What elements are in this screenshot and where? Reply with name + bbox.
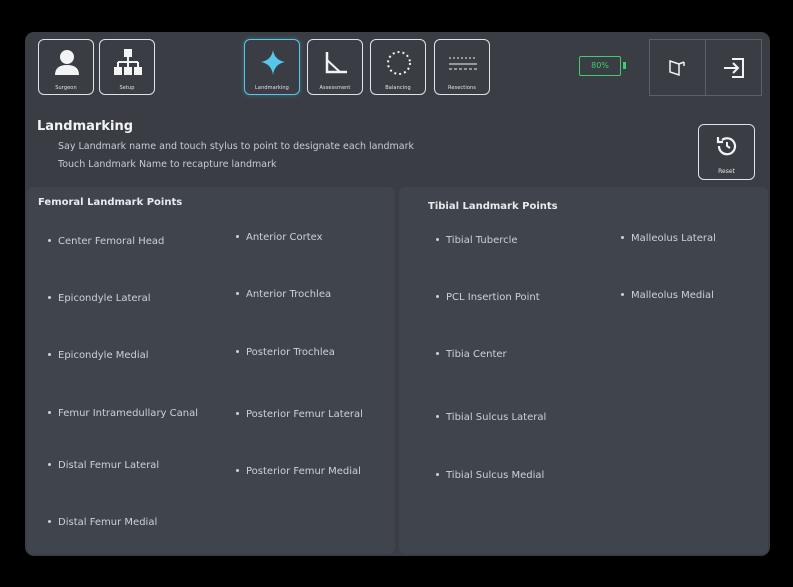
landmark-point[interactable]: Tibial Sulcus Lateral	[436, 412, 546, 423]
landmark-point[interactable]: Tibial Tubercle	[436, 235, 518, 246]
landmarking-screen: Surgeon Setup Landmarking Assessment Bal…	[25, 32, 770, 556]
balancing-tab[interactable]: Balancing	[370, 39, 426, 95]
bullet-icon	[48, 352, 51, 356]
dotted-circle-icon	[387, 51, 411, 75]
balancing-label: Balancing	[385, 85, 411, 91]
landmark-point[interactable]: Tibial Sulcus Medial	[436, 470, 544, 481]
angle-icon	[325, 52, 347, 74]
reset-button[interactable]: Reset	[698, 124, 755, 180]
bullet-icon	[436, 472, 439, 476]
assessment-label: Assessment	[319, 85, 351, 91]
landmark-point[interactable]: Posterior Femur Lateral	[236, 409, 363, 420]
resection-lines-icon	[449, 57, 477, 70]
femoral-panel-title: Femoral Landmark Points	[38, 197, 183, 208]
landmark-point[interactable]: Anterior Cortex	[236, 232, 323, 243]
bullet-icon	[621, 292, 624, 296]
tibial-panel-title: Tibial Landmark Points	[428, 201, 558, 212]
battery-indicator: 80%	[579, 56, 626, 76]
bullet-icon	[236, 468, 239, 472]
logout-button[interactable]	[705, 39, 762, 96]
page-title: Landmarking	[37, 119, 134, 134]
bullet-icon	[48, 295, 51, 299]
bullet-icon	[436, 351, 439, 355]
landmark-point[interactable]: Femur Intramedullary Canal	[48, 408, 198, 419]
landmark-point[interactable]: Distal Femur Medial	[48, 517, 157, 528]
user-icon	[55, 50, 79, 75]
resections-label: Resections	[448, 85, 476, 91]
hierarchy-icon	[114, 49, 142, 75]
bullet-icon	[48, 238, 51, 242]
bullet-icon	[236, 291, 239, 295]
landmark-point[interactable]: PCL Insertion Point	[436, 292, 540, 303]
landmarking-label: Landmarking	[255, 85, 289, 91]
landmark-point[interactable]: Center Femoral Head	[48, 236, 164, 247]
landmark-point[interactable]: Malleolus Lateral	[621, 233, 716, 244]
landmark-point[interactable]: Posterior Femur Medial	[236, 466, 361, 477]
bullet-icon	[436, 414, 439, 418]
bullet-icon	[621, 235, 624, 239]
bullet-icon	[236, 349, 239, 353]
bullet-icon	[48, 519, 51, 523]
tibial-panel: Tibial Landmark Points Tibial Tubercle P…	[399, 187, 768, 554]
setup-button[interactable]: Setup	[99, 39, 155, 95]
surgeon-label: Surgeon	[55, 85, 77, 91]
landmark-point[interactable]: Malleolus Medial	[621, 290, 714, 301]
landmark-point[interactable]: Epicondyle Medial	[48, 350, 149, 361]
landmark-point[interactable]: Epicondyle Lateral	[48, 293, 151, 304]
surgeon-button[interactable]: Surgeon	[38, 39, 94, 95]
landmark-point[interactable]: Anterior Trochlea	[236, 289, 331, 300]
instruction-text: Say Landmark name and touch stylus to po…	[58, 141, 414, 152]
landmark-point[interactable]: Posterior Trochlea	[236, 347, 335, 358]
resections-tab[interactable]: Resections	[434, 39, 490, 95]
bullet-icon	[48, 410, 51, 414]
bullet-icon	[436, 294, 439, 298]
bullet-icon	[48, 462, 51, 466]
bullet-icon	[236, 411, 239, 415]
sparkle-icon	[261, 50, 285, 75]
reset-label: Reset	[718, 168, 735, 175]
instruction-text-recapture: Touch Landmark Name to recapture landmar…	[58, 159, 277, 170]
setup-label: Setup	[119, 85, 135, 91]
landmark-point[interactable]: Distal Femur Lateral	[48, 460, 159, 471]
view-button[interactable]	[649, 39, 706, 96]
landmarking-tab[interactable]: Landmarking	[244, 39, 300, 95]
history-icon	[716, 137, 737, 156]
femoral-panel: Femoral Landmark Points Center Femoral H…	[27, 187, 395, 554]
logout-icon	[724, 58, 744, 78]
view-icon	[669, 59, 685, 77]
bullet-icon	[236, 234, 239, 238]
landmark-point[interactable]: Tibia Center	[436, 349, 507, 360]
bullet-icon	[436, 237, 439, 241]
assessment-tab[interactable]: Assessment	[307, 39, 363, 95]
